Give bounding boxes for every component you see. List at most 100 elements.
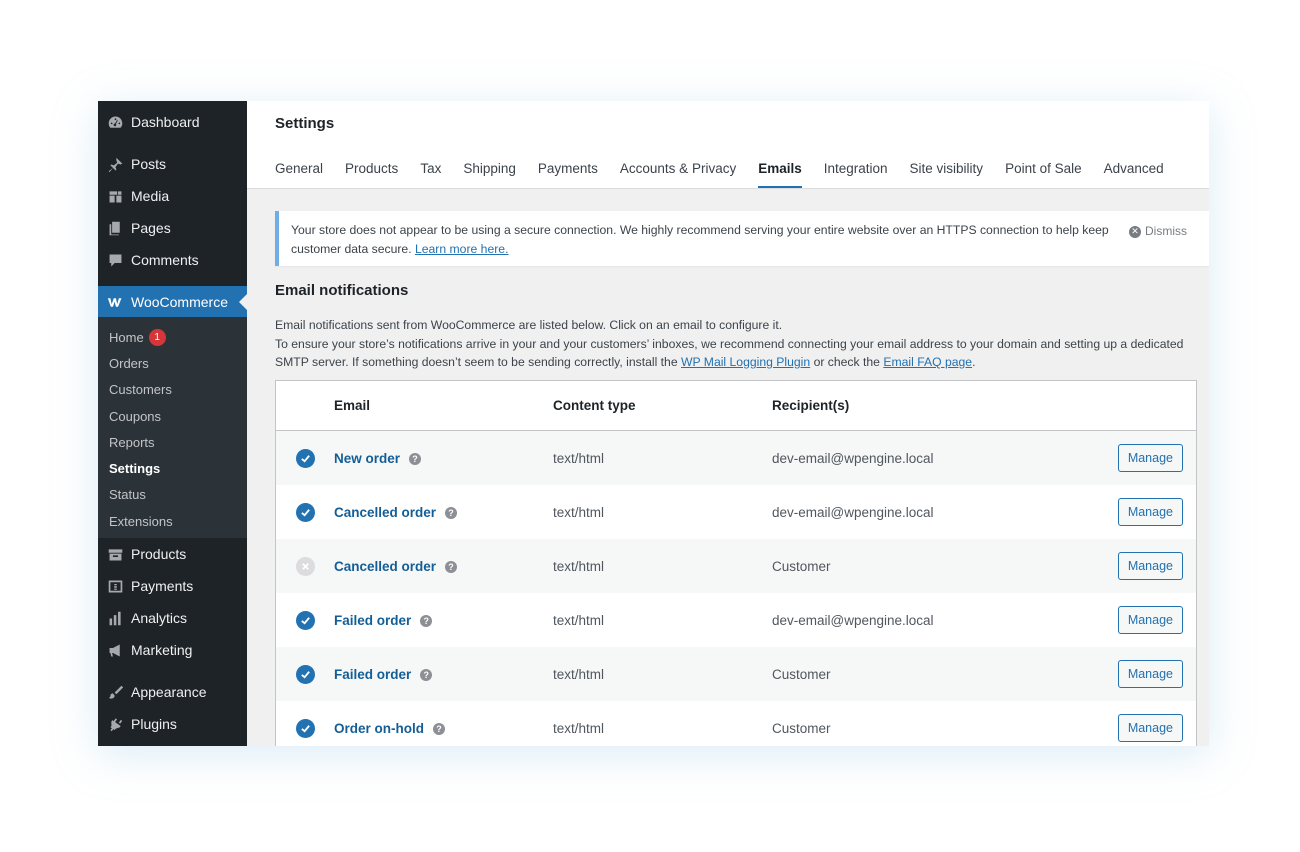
intro-text: . (972, 355, 976, 369)
submenu-item-label: Settings (109, 460, 161, 476)
email-name-link[interactable]: Cancelled order (334, 559, 436, 574)
table-row[interactable]: Order on-hold? text/html Customer Manage (276, 701, 1196, 746)
help-icon[interactable]: ? (445, 561, 458, 573)
table-row[interactable]: New order? text/html dev-email@wpengine.… (276, 431, 1196, 485)
submenu-item-status[interactable]: Status (109, 485, 146, 503)
recipients-cell: Customer (772, 558, 831, 574)
action-cell: Manage (1072, 606, 1196, 634)
manage-button[interactable]: Manage (1117, 444, 1183, 472)
manage-button[interactable]: Manage (1117, 552, 1183, 580)
email-cell: Order on-hold? (334, 721, 553, 736)
column-header-content-type: Content type (553, 398, 636, 413)
recipients-cell: Customer (772, 720, 831, 736)
tab-advanced[interactable]: Advanced (1104, 161, 1164, 188)
tab-general[interactable]: General (275, 161, 323, 188)
payments-icon (106, 577, 124, 595)
tab-shipping[interactable]: Shipping (463, 161, 516, 188)
submenu-item-coupons[interactable]: Coupons (109, 407, 161, 425)
submenu-item-label: Customers (109, 381, 172, 397)
dismiss-button[interactable]: ✕ Dismiss (1129, 222, 1187, 241)
sidebar-item-label: Products (131, 546, 187, 562)
sidebar-item-label: Posts (131, 156, 167, 172)
sidebar-item-dashboard[interactable]: Dashboard (98, 106, 247, 138)
tab-emails[interactable]: Emails (758, 161, 802, 188)
email-cell: Cancelled order? (334, 505, 553, 520)
table-header: Email Content type Recipient(s) (276, 381, 1196, 431)
sidebar-item-comments[interactable]: Comments (98, 244, 247, 276)
intro-text: or check the (813, 355, 880, 369)
settings-main: Settings General Products Tax Shipping P… (247, 101, 1209, 746)
table-row[interactable]: Cancelled order? text/html Customer Mana… (276, 539, 1196, 593)
sidebar-item-products[interactable]: Products (98, 538, 247, 570)
recipients-cell: dev-email@wpengine.local (772, 450, 934, 466)
help-icon[interactable]: ? (445, 507, 458, 519)
email-name-link[interactable]: Order on-hold (334, 721, 424, 736)
submenu-item-label: Coupons (109, 408, 162, 424)
enabled-check-icon (295, 610, 315, 630)
submenu-item-home[interactable]: Home 1 (109, 328, 166, 346)
action-cell: Manage (1072, 660, 1196, 688)
content-type-cell: text/html (553, 612, 605, 628)
content-type-cell: text/html (553, 504, 605, 520)
settings-header: Settings General Products Tax Shipping P… (247, 101, 1209, 189)
sidebar-item-payments[interactable]: Payments (98, 570, 247, 602)
status-cell (276, 718, 334, 738)
manage-button[interactable]: Manage (1117, 714, 1183, 742)
sidebar-item-pages[interactable]: Pages (98, 212, 247, 244)
tab-payments[interactable]: Payments (538, 161, 598, 188)
page-title: Settings (275, 115, 335, 132)
intro-line-1: Email notifications sent from WooCommerc… (275, 318, 783, 332)
tab-site-visibility[interactable]: Site visibility (910, 161, 984, 188)
email-name-link[interactable]: Cancelled order (334, 505, 436, 520)
email-cell: Failed order? (334, 613, 553, 628)
sidebar-item-posts[interactable]: Posts (98, 148, 247, 180)
sidebar-item-analytics[interactable]: Analytics (98, 602, 247, 634)
submenu-item-customers[interactable]: Customers (109, 380, 172, 398)
wp-mail-logging-link[interactable]: WP Mail Logging Plugin (681, 355, 810, 369)
sidebar-item-label: Marketing (131, 642, 193, 658)
tab-accounts-privacy[interactable]: Accounts & Privacy (620, 161, 736, 188)
learn-more-link[interactable]: Learn more here. (415, 242, 509, 256)
table-row[interactable]: Failed order? text/html Customer Manage (276, 647, 1196, 701)
help-icon[interactable]: ? (433, 723, 445, 735)
sidebar-item-plugins[interactable]: Plugins (98, 708, 247, 740)
https-notice: Your store does not appear to be using a… (275, 211, 1209, 266)
email-faq-link[interactable]: Email FAQ page (883, 355, 972, 369)
sidebar-item-media[interactable]: Media (98, 180, 247, 212)
table-row[interactable]: Cancelled order? text/html dev-email@wpe… (276, 485, 1196, 539)
submenu-item-reports[interactable]: Reports (109, 433, 155, 451)
tab-products[interactable]: Products (345, 161, 398, 188)
content-type-cell: text/html (553, 558, 605, 574)
help-icon[interactable]: ? (409, 453, 422, 465)
tab-integration[interactable]: Integration (824, 161, 888, 188)
email-name-link[interactable]: Failed order (334, 613, 411, 628)
admin-sidebar: Dashboard Posts Media Pages Comments Woo… (98, 101, 247, 746)
submenu-item-settings[interactable]: Settings (109, 459, 160, 477)
manage-button[interactable]: Manage (1117, 498, 1183, 526)
sidebar-item-label: Media (131, 188, 170, 204)
submenu-item-orders[interactable]: Orders (109, 354, 149, 372)
tab-point-of-sale[interactable]: Point of Sale (1005, 161, 1082, 188)
email-name-link[interactable]: New order (334, 451, 400, 466)
dismiss-label: Dismiss (1145, 224, 1187, 238)
sidebar-item-appearance[interactable]: Appearance (98, 676, 247, 708)
submenu-item-label: Extensions (109, 513, 173, 529)
sidebar-item-woocommerce[interactable]: WooCommerce (98, 286, 247, 318)
help-icon[interactable]: ? (420, 669, 433, 681)
sidebar-item-marketing[interactable]: Marketing (98, 634, 247, 666)
help-icon[interactable]: ? (420, 615, 433, 627)
media-icon (106, 187, 124, 205)
submenu-item-extensions[interactable]: Extensions (109, 512, 173, 530)
email-name-link[interactable]: Failed order (334, 667, 411, 682)
sidebar-item-label: Dashboard (131, 114, 200, 130)
email-notifications-table: Email Content type Recipient(s) New orde… (275, 380, 1197, 746)
status-cell (276, 664, 334, 684)
pages-icon (106, 219, 124, 237)
status-cell (276, 502, 334, 522)
tab-tax[interactable]: Tax (420, 161, 441, 188)
sidebar-item-label: Analytics (131, 610, 188, 626)
table-row[interactable]: Failed order? text/html dev-email@wpengi… (276, 593, 1196, 647)
manage-button[interactable]: Manage (1117, 660, 1183, 688)
manage-button[interactable]: Manage (1117, 606, 1183, 634)
enabled-check-icon (295, 718, 315, 738)
